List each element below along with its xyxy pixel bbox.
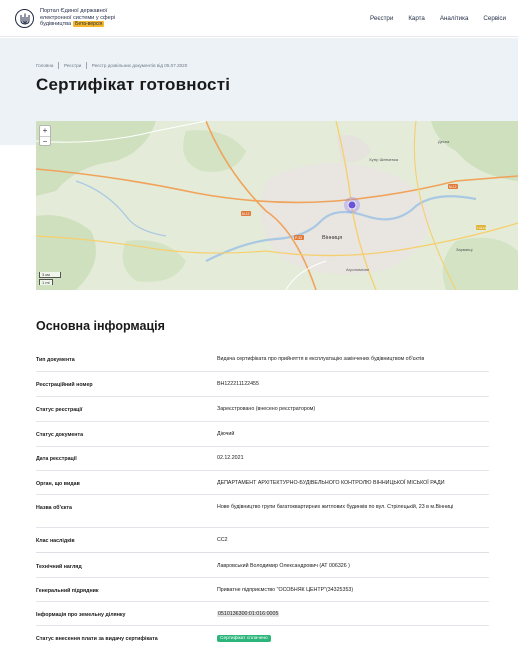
location-map[interactable]: Вінниця Хутір Шевченка Десна Агрономічне… (36, 121, 518, 290)
brand-title[interactable]: Портал Єдиної державної електронної сист… (40, 8, 115, 28)
info-row-label: Назва об'єкта (36, 505, 72, 511)
info-row-value: ДЕПАРТАМЕНТ АРХІТЕКТУРНО-БУДІВЕЛЬНОГО КО… (217, 480, 445, 486)
info-row-value-wrap: 0510136300:01:016:0005 (217, 610, 487, 618)
info-row-label: Технічний нагляд (36, 564, 82, 570)
map-label-district: Хутір Шевченка (369, 157, 399, 162)
nav-services[interactable]: Сервіси (483, 15, 506, 22)
info-row-reg-date: Дата реєстрації 02.12.2021 (36, 447, 489, 471)
breadcrumb: Головна Реєстри Реєстр дозвільних докуме… (36, 62, 187, 69)
info-row-label: Орган, що видав (36, 481, 80, 487)
breadcrumb-registries[interactable]: Реєстри (64, 63, 81, 68)
info-row-label: Статус реєстрації (36, 407, 83, 413)
info-row-label: Реєстраційний номер (36, 382, 93, 388)
info-row-label: Генеральний підрядник (36, 588, 99, 594)
map-label-city: Вінниця (322, 235, 342, 241)
info-row-value: ВН122211122455 (217, 381, 259, 387)
info-row-label: Дата реєстрації (36, 456, 77, 462)
info-row-value: Нове будівництво групи багатоквартирних … (217, 504, 454, 510)
info-row-object-name: Назва об'єкта Нове будівництво групи баг… (36, 495, 489, 528)
zoom-in-button[interactable]: + (40, 126, 50, 137)
info-row-value: 02.12.2021 (217, 455, 244, 461)
brand-line-1: Портал Єдиної державної (40, 8, 108, 14)
info-row-value: СС2 (217, 537, 228, 543)
nav-analytics[interactable]: Аналітика (440, 15, 469, 22)
map-canvas[interactable]: Вінниця Хутір Шевченка Десна Агрономічне… (36, 121, 518, 290)
info-row-reg-status: Статус реєстрації Зареєстровано (внесено… (36, 397, 489, 422)
info-row-payment: Статус внесення плати за видачу сертифік… (36, 626, 489, 650)
trident-logo-icon[interactable] (15, 9, 34, 28)
payment-status-badge: Сертифікат сплачено (217, 635, 271, 642)
info-row-label: Тип документа (36, 357, 75, 363)
map-road-label: Т-02-12 (477, 226, 487, 230)
info-row-value: Лавровський Володимир Олександрович (АТ … (217, 563, 350, 569)
map-label-agro: Агрономічне (346, 267, 370, 272)
info-row-value: Приватне підприємство "ОСОБНЯК ЦЕНТР"(34… (217, 587, 354, 593)
breadcrumb-current[interactable]: Реєстр дозвільних документів від 05.07.2… (92, 63, 188, 68)
zoom-control: + − (39, 125, 51, 146)
info-row-issuer: Орган, що видав ДЕПАРТАМЕНТ АРХІТЕКТУРНО… (36, 471, 489, 495)
info-row-doc-type: Тип документа Видача сертифіката про при… (36, 348, 489, 372)
beta-badge: Бета-версія (73, 21, 105, 28)
main-nav: Реєстри Карта Аналітика Сервіси (370, 15, 506, 22)
info-row-land-plot: Інформація про земельну ділянку 05101363… (36, 602, 489, 626)
map-road-label: Р-33 (295, 236, 302, 240)
brand-line-3: будівництва (40, 21, 72, 28)
map-label-village: Десна (438, 139, 450, 144)
section-title: Основна інформація (36, 319, 165, 333)
info-row-label: Інформація про земельну ділянку (36, 612, 126, 618)
info-row-label: Статус документа (36, 432, 84, 438)
info-row-value: Видача сертифіката про прийняття в експл… (217, 356, 425, 362)
zoom-out-button[interactable]: − (40, 137, 50, 148)
scale-mi: 1 mi (39, 279, 53, 285)
info-row-value: Зареєстровано (внесено реєстратором) (217, 406, 316, 412)
cadastral-number-link[interactable]: 0510136300:01:016:0005 (217, 611, 280, 617)
info-row-reg-number: Реєстраційний номер ВН122211122455 (36, 372, 489, 397)
breadcrumb-home[interactable]: Головна (36, 63, 53, 68)
map-road-label: М-12 (242, 212, 250, 216)
breadcrumb-separator (86, 62, 87, 69)
nav-registries[interactable]: Реєстри (370, 15, 393, 22)
info-row-label: Статус внесення плати за видачу сертифік… (36, 636, 158, 642)
map-road-label: М-12 (449, 185, 457, 189)
info-row-doc-status: Статус документа Діючий (36, 422, 489, 447)
info-row-class: Клас наслідків СС2 (36, 528, 489, 553)
info-row-supervision: Технічний нагляд Лавровський Володимир О… (36, 553, 489, 578)
info-row-value-wrap: Сертифікат сплачено (217, 634, 487, 642)
info-row-value: Діючий (217, 431, 235, 437)
brand-line-2: електронної системи у сфері (40, 14, 116, 21)
info-row-label: Клас наслідків (36, 538, 75, 544)
map-scale: 3 км 1 mi (39, 272, 61, 286)
site-header: Портал Єдиної державної електронної сист… (0, 0, 518, 37)
scale-km: 3 км (39, 272, 61, 278)
info-row-contractor: Генеральний підрядник Приватне підприємс… (36, 578, 489, 602)
map-label-east: Зарванці (456, 247, 473, 252)
breadcrumb-separator (58, 62, 59, 69)
nav-map[interactable]: Карта (408, 15, 425, 22)
page-title: Сертифікат готовності (36, 75, 231, 94)
